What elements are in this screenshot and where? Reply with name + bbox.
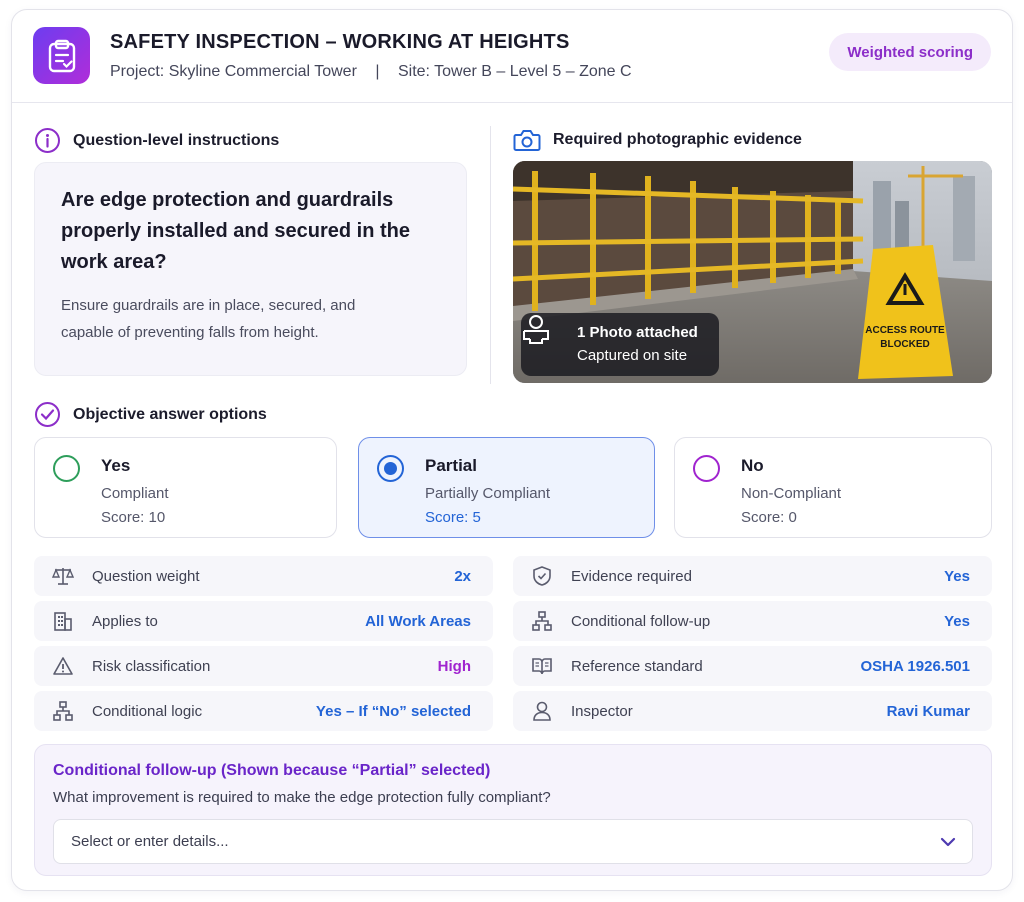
instructions-box: Are edge protection and guardrails prope…	[34, 162, 467, 376]
user-icon	[533, 701, 551, 721]
evidence-photo[interactable]: ACCESS ROUTE BLOCKED 1 Photo attached Ca…	[513, 161, 992, 383]
followup-panel: Conditional follow-up (Shown because “Pa…	[34, 744, 992, 876]
photo-source: Captured on site	[577, 346, 688, 364]
option-no[interactable]: No Non-Compliant Score: 0	[674, 437, 992, 538]
photo-count: 1 Photo attached	[577, 323, 698, 341]
book-icon	[532, 658, 552, 675]
option-score: Score: 5	[425, 509, 481, 526]
options-heading: Objective answer options	[34, 401, 267, 428]
radio-yes[interactable]	[53, 455, 80, 482]
option-label: Yes	[101, 456, 131, 475]
scale-icon	[52, 568, 74, 585]
option-sub: Compliant	[101, 485, 169, 502]
project-label: Project:	[110, 63, 165, 80]
check-circle-icon	[35, 402, 60, 427]
radio-partial[interactable]	[377, 455, 404, 482]
question-text: Are edge protection and guardrails prope…	[61, 189, 410, 273]
followup-placeholder: Select or enter details...	[71, 833, 229, 850]
option-score: Score: 10	[101, 509, 166, 526]
option-label: Partial	[425, 456, 477, 475]
evidence-heading: Required photographic evidence	[513, 127, 802, 153]
page-title: SAFETY INSPECTION – WORKING AT HEIGHTS	[110, 31, 570, 53]
option-sub: Non-Compliant	[741, 485, 842, 502]
info-applies-to: Applies to All Work Areas	[34, 601, 493, 641]
sign-text-1: ACCESS ROUTE	[865, 325, 945, 336]
followup-title: Conditional follow-up (Shown because “Pa…	[53, 762, 491, 779]
warning-icon	[53, 657, 73, 675]
photo-user-icon	[523, 315, 549, 344]
question-description: Ensure guardrails are in place, secured,…	[61, 297, 356, 341]
followup-description: What improvement is required to make the…	[53, 789, 551, 806]
separator: |	[375, 63, 380, 80]
section-divider	[490, 126, 491, 384]
option-yes[interactable]: Yes Compliant Score: 10	[34, 437, 337, 538]
info-conditional-logic: Conditional logic Yes – If “No” selected	[34, 691, 493, 731]
flow-icon	[53, 701, 73, 721]
building-icon	[54, 612, 72, 631]
followup-select[interactable]: Select or enter details...	[53, 819, 973, 864]
inspection-card: SAFETY INSPECTION – WORKING AT HEIGHTS P…	[11, 9, 1013, 891]
info-inspector: Inspector Ravi Kumar	[513, 691, 992, 731]
instructions-heading: Question-level instructions	[34, 127, 279, 154]
info-question-weight: Question weight 2x	[34, 556, 493, 596]
flow-icon	[532, 611, 552, 631]
info-evidence-required: Evidence required Yes	[513, 556, 992, 596]
info-icon	[35, 128, 60, 153]
weighted-scoring-badge: Weighted scoring	[829, 33, 991, 71]
site-value: Tower B – Level 5 – Zone C	[434, 63, 632, 80]
chevron-down-icon[interactable]	[938, 832, 958, 852]
camera-icon	[513, 130, 541, 151]
project-site-line: Project: Skyline Commercial Tower | Site…	[110, 63, 632, 81]
option-sub: Partially Compliant	[425, 485, 551, 502]
radio-no[interactable]	[693, 455, 720, 482]
info-reference-standard: Reference standard OSHA 1926.501	[513, 646, 992, 686]
option-partial[interactable]: Partial Partially Compliant Score: 5	[358, 437, 655, 538]
site-label: Site:	[397, 63, 430, 80]
photo-attached-chip: 1 Photo attached Captured on site	[521, 313, 719, 376]
project-value: Skyline Commercial Tower	[168, 63, 357, 80]
info-risk-classification: Risk classification High	[34, 646, 493, 686]
sign-text-2: BLOCKED	[880, 339, 929, 350]
info-conditional-followup: Conditional follow-up Yes	[513, 601, 992, 641]
option-label: No	[741, 456, 764, 475]
shield-check-icon	[533, 566, 551, 586]
option-score: Score: 0	[741, 509, 797, 526]
header: SAFETY INSPECTION – WORKING AT HEIGHTS P…	[12, 10, 1012, 103]
clipboard-icon	[33, 27, 90, 84]
